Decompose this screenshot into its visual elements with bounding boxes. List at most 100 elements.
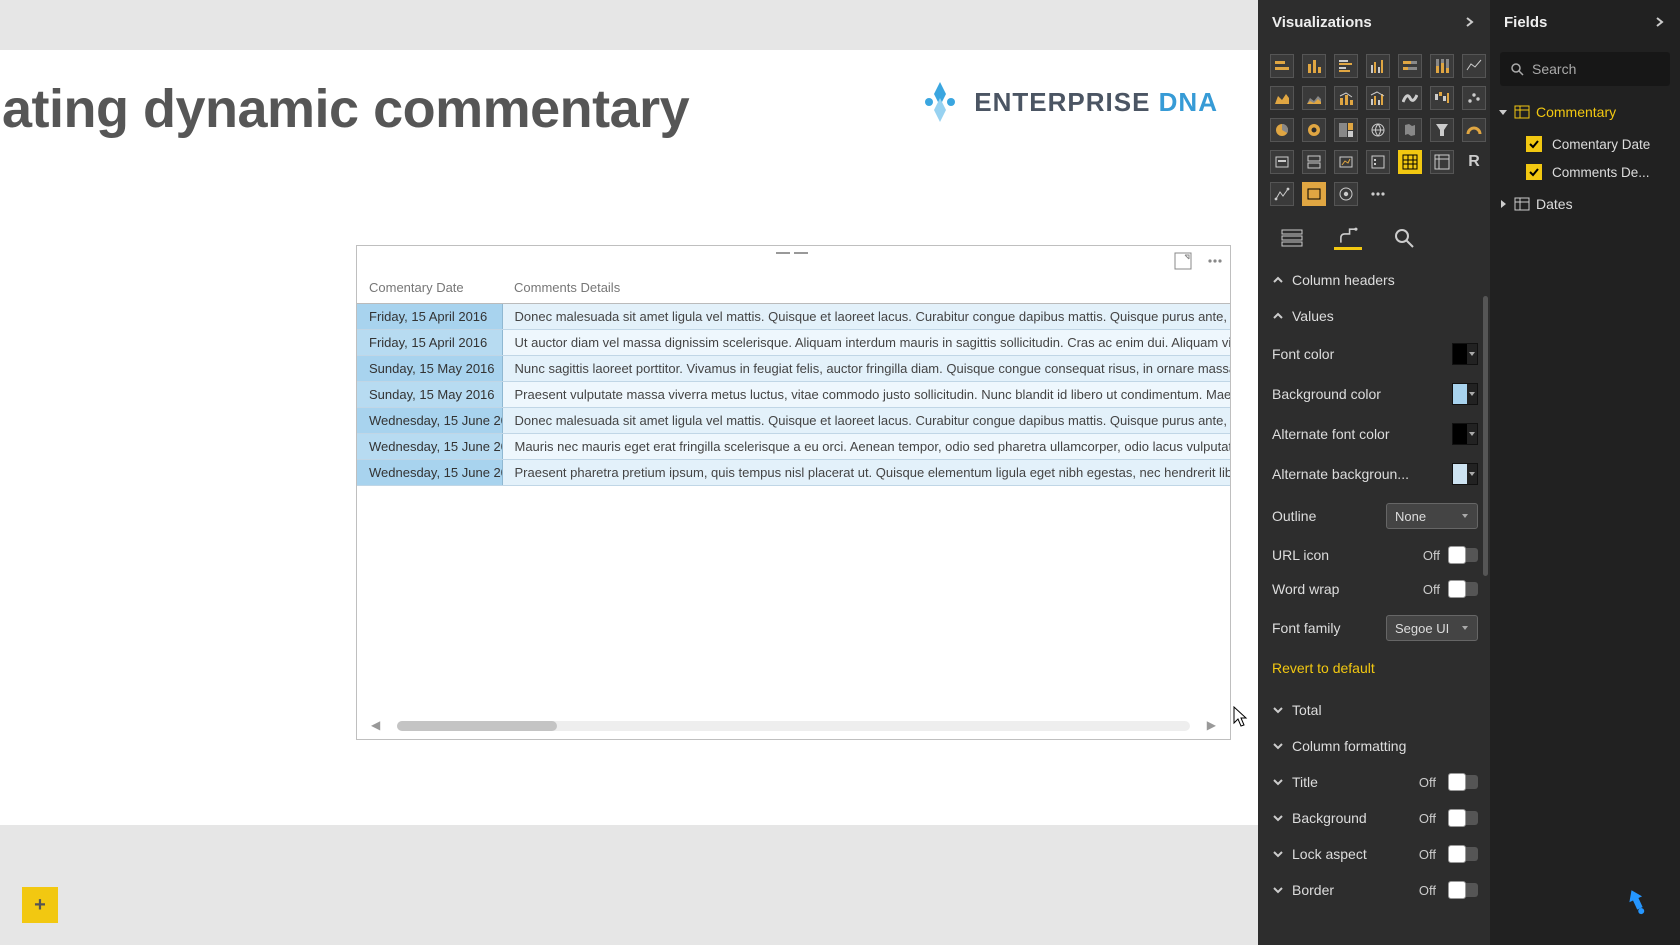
section-column-formatting[interactable]: Column formatting [1268,728,1482,764]
font-family-dropdown[interactable]: Segoe UI [1386,615,1478,641]
add-page-button[interactable]: + [22,887,58,923]
table-row[interactable]: Sunday, 15 May 2016Nunc sagittis laoreet… [357,356,1230,382]
line-chart-icon[interactable] [1462,54,1486,78]
section-column-headers[interactable]: Column headers [1268,262,1482,298]
section-label: Title [1292,774,1318,790]
key-influencers-icon[interactable] [1302,182,1326,206]
map-icon[interactable] [1366,118,1390,142]
visualizations-pane-header[interactable]: Visualizations [1258,0,1490,44]
section-title[interactable]: Title Off [1268,764,1482,800]
gauge-icon[interactable] [1462,118,1486,142]
table-row[interactable]: Friday, 15 April 2016Ut auctor diam vel … [357,330,1230,356]
python-visual-icon[interactable] [1270,182,1294,206]
col-header-date[interactable]: Comentary Date [357,272,502,304]
toggle-switch[interactable] [1448,811,1478,825]
fields-well-icon[interactable] [1278,226,1306,250]
color-picker[interactable] [1452,463,1478,485]
multi-row-card-icon[interactable] [1302,150,1326,174]
ribbon-chart-icon[interactable] [1398,86,1422,110]
visual-drag-handle-icon[interactable] [774,252,814,258]
clustered-column-icon[interactable] [1366,54,1390,78]
fields-search-input[interactable]: Search [1500,52,1670,86]
cell-details: Donec malesuada sit amet ligula vel matt… [502,304,1230,330]
arcgis-icon[interactable] [1334,182,1358,206]
line-clustered-column-icon[interactable] [1366,86,1390,110]
section-label: Column formatting [1292,738,1406,754]
checkbox-checked-icon[interactable] [1526,136,1542,152]
prop-label: Font color [1272,346,1334,362]
filled-map-icon[interactable] [1398,118,1422,142]
get-more-visuals-icon[interactable] [1366,182,1390,206]
color-picker[interactable] [1452,383,1478,405]
fields-pane-header[interactable]: Fields [1490,0,1680,44]
stacked-column-icon[interactable] [1302,54,1326,78]
section-total[interactable]: Total [1268,692,1482,728]
enterprise-dna-logo-icon [918,80,962,124]
cell-date: Wednesday, 15 June 2016 [357,408,502,434]
area-chart-icon[interactable] [1270,86,1294,110]
hundred-stacked-column-icon[interactable] [1430,54,1454,78]
kpi-icon[interactable] [1334,150,1358,174]
table-row[interactable]: Wednesday, 15 June 2016Praesent pharetra… [357,460,1230,486]
focus-mode-icon[interactable] [1174,252,1192,270]
toggle-switch[interactable] [1448,548,1478,562]
table-row[interactable]: Sunday, 15 May 2016Praesent vulputate ma… [357,382,1230,408]
color-picker[interactable] [1452,343,1478,365]
analytics-well-icon[interactable] [1390,226,1418,250]
treemap-icon[interactable] [1334,118,1358,142]
field-comentary-date[interactable]: Comentary Date [1490,130,1680,158]
clustered-bar-icon[interactable] [1334,54,1358,78]
scrollbar-track[interactable] [397,721,1190,731]
hundred-stacked-bar-icon[interactable] [1398,54,1422,78]
table-row[interactable]: Wednesday, 15 June 2016Mauris nec mauris… [357,434,1230,460]
color-picker[interactable] [1452,423,1478,445]
toggle-switch[interactable] [1448,775,1478,789]
card-icon[interactable] [1270,150,1294,174]
toggle-switch[interactable] [1448,847,1478,861]
outline-dropdown[interactable]: None [1386,503,1478,529]
col-header-details[interactable]: Comments Details [502,272,1230,304]
scrollbar-thumb[interactable] [397,721,557,731]
collapse-pane-icon[interactable] [1654,16,1666,28]
cell-date: Wednesday, 15 June 2016 [357,434,502,460]
section-lock-aspect[interactable]: Lock aspect Off [1268,836,1482,872]
toggle-switch[interactable] [1448,582,1478,596]
collapse-pane-icon[interactable] [1464,16,1476,28]
table-row[interactable]: Wednesday, 15 June 2016Donec malesuada s… [357,408,1230,434]
revert-to-default-link[interactable]: Revert to default [1268,650,1482,692]
table-visual[interactable]: Comentary Date Comments Details Friday, … [356,245,1231,740]
stacked-area-icon[interactable] [1302,86,1326,110]
stacked-bar-icon[interactable] [1270,54,1294,78]
scroll-right-icon[interactable]: ▶ [1207,718,1216,732]
cell-details: Donec malesuada sit amet ligula vel matt… [502,408,1230,434]
toggle-switch[interactable] [1448,883,1478,897]
format-pane-scrollbar[interactable] [1483,296,1488,576]
slicer-icon[interactable] [1366,150,1390,174]
section-values[interactable]: Values [1268,298,1482,334]
format-well-icon[interactable] [1334,226,1362,250]
table-dates[interactable]: Dates [1490,186,1680,222]
scatter-icon[interactable] [1462,86,1486,110]
cell-details: Praesent vulputate massa viverra metus l… [502,382,1230,408]
line-stacked-column-icon[interactable] [1334,86,1358,110]
checkbox-checked-icon[interactable] [1526,164,1542,180]
prop-label: Alternate font color [1272,426,1390,442]
pie-icon[interactable] [1270,118,1294,142]
horizontal-scrollbar[interactable]: ◀ ▶ [371,719,1216,733]
table-row[interactable]: Friday, 15 April 2016Donec malesuada sit… [357,304,1230,330]
section-label: Total [1292,702,1322,718]
matrix-icon[interactable] [1430,150,1454,174]
table-commentary[interactable]: Commentary [1490,94,1680,130]
r-visual-icon[interactable]: R [1462,150,1486,174]
table-visual-icon[interactable] [1398,150,1422,174]
funnel-icon[interactable] [1430,118,1454,142]
waterfall-icon[interactable] [1430,86,1454,110]
section-background[interactable]: Background Off [1268,800,1482,836]
more-options-icon[interactable] [1206,252,1224,270]
section-border[interactable]: Border Off [1268,872,1482,908]
donut-icon[interactable] [1302,118,1326,142]
scroll-left-icon[interactable]: ◀ [371,718,380,732]
format-wells-tabs [1258,210,1490,258]
section-label: Border [1292,882,1334,898]
field-comments-details[interactable]: Comments De... [1490,158,1680,186]
